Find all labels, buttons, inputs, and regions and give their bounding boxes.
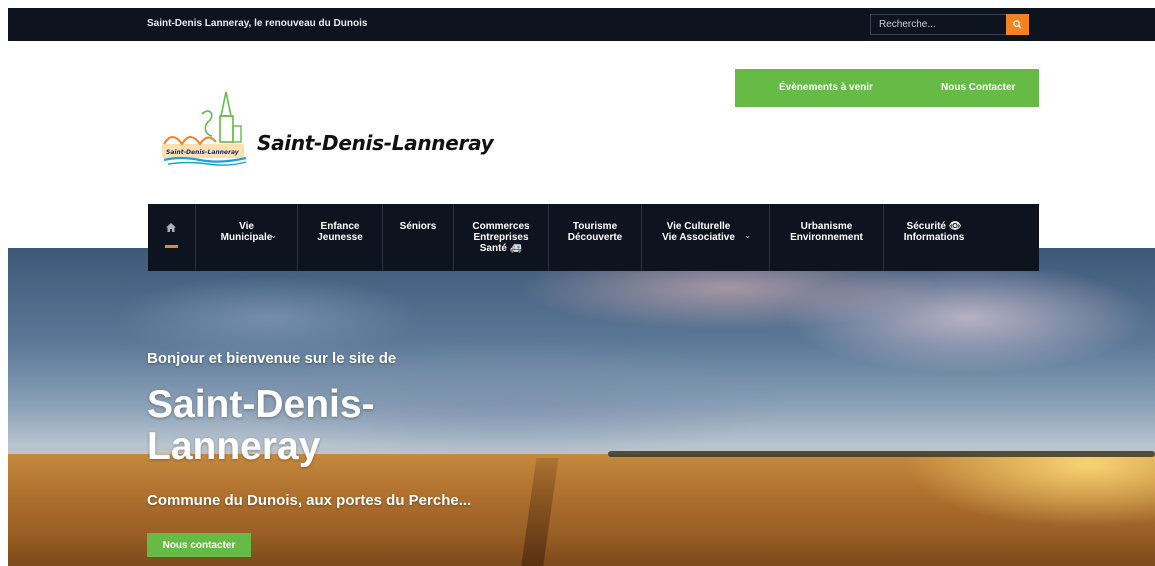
chevron-down-icon: ⌄ [744,231,751,240]
nav-item-enfance-jeunesse[interactable]: Enfance Jeunesse [298,204,383,271]
nav-home-active-indicator [165,245,178,248]
site-tagline: Saint-Denis Lanneray, le renouveau du Du… [147,18,368,29]
nav-item-tourisme[interactable]: Tourisme Découverte [549,204,642,271]
events-link[interactable]: Évènements à venir [779,82,873,93]
nav-item-label: Enfance Jeunesse [317,221,363,243]
home-icon [166,223,176,232]
hero-subtitle: Commune du Dunois, aux portes du Perche.… [147,492,472,509]
search-icon [1013,20,1022,29]
search-button[interactable] [1006,14,1029,35]
nav-item-vie-municipale[interactable]: Vie Municipale ⌄ [196,204,298,271]
nav-item-label: Urbanisme Environnement [790,221,863,243]
nav-item-label: Vie Municipale [220,221,273,243]
header-cta-box: Évènements à venir Nous Contacter [735,69,1039,107]
nav-item-securite[interactable]: Sécurité 👁 Informations [884,204,984,271]
chevron-down-icon: ⌄ [270,231,277,240]
nav-item-commerces[interactable]: Commerces Entreprises Santé 🚑 [454,204,549,271]
site-logo[interactable]: Saint-Denis-Lanneray [160,86,250,166]
nav-item-label: Commerces Entreprises Santé 🚑 [472,221,530,254]
hero-treeline [608,451,1155,457]
contact-link[interactable]: Nous Contacter [941,82,1015,93]
svg-text:Saint-Denis-Lanneray: Saint-Denis-Lanneray [166,149,240,156]
church-swan-logo-icon: Saint-Denis-Lanneray [162,91,247,166]
search-box[interactable] [870,14,1008,35]
hero-intro: Bonjour et bienvenue sur le site de [147,350,397,367]
site-name[interactable]: Saint-Denis-Lanneray [257,131,494,155]
hero-banner: Bonjour et bienvenue sur le site de Sain… [8,248,1155,566]
nav-item-label: Séniors [399,221,437,232]
nav-item-seniors[interactable]: Séniors [383,204,454,271]
hero-contact-button[interactable]: Nous contacter [147,533,251,557]
nav-item-label: Sécurité 👁 Informations [903,221,965,243]
nav-item-vie-culturelle[interactable]: Vie Culturelle Vie Associative ⌄ [642,204,770,271]
search-input[interactable] [871,15,1007,34]
nav-home[interactable] [148,204,196,271]
nav-item-label: Tourisme Découverte [567,221,623,243]
nav-item-urbanisme[interactable]: Urbanisme Environnement [770,204,884,271]
hero-title: Saint-Denis- Lanneray [147,383,375,468]
main-nav: Vie Municipale ⌄ Enfance Jeunesse Sénior… [148,204,1039,271]
